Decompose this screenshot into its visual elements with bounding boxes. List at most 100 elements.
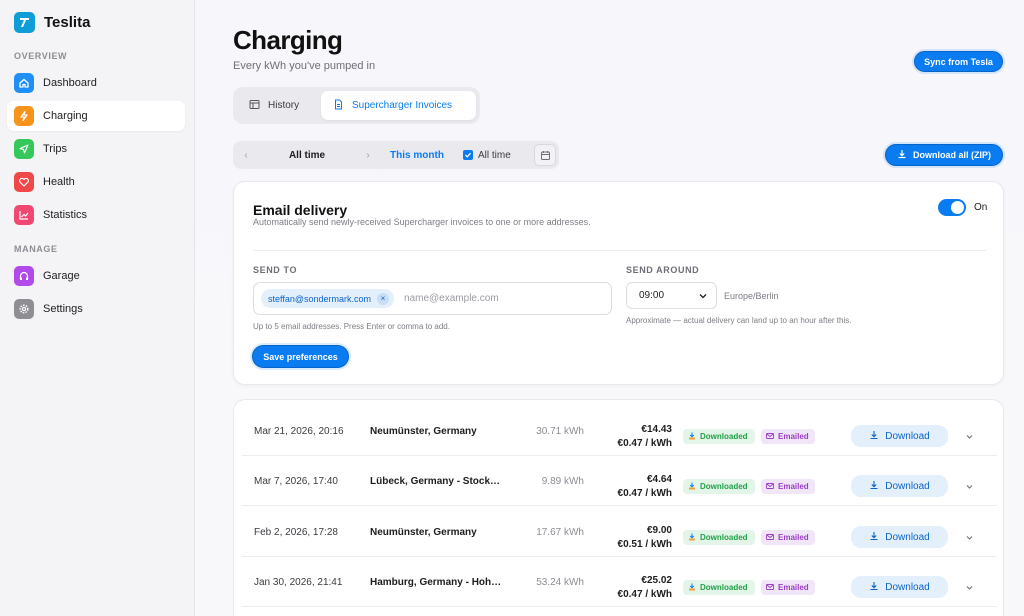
invoice-list: Mar 21, 2026, 20:16 Neumünster, Germany … <box>233 399 1004 616</box>
checkbox-checked-icon[interactable] <box>463 150 473 160</box>
sidebar: Teslita OVERVIEW Dashboard Charging Trip… <box>0 0 195 616</box>
teslita-logo-icon <box>14 12 35 33</box>
invoice-total: €25.02 <box>641 575 672 586</box>
send-time-select[interactable]: 09:00 <box>626 282 717 309</box>
invoice-location: Hamburg, Germany - Hohenfelde <box>370 576 505 588</box>
sidebar-item-label: Charging <box>43 110 88 122</box>
sidebar-item-label: Trips <box>43 143 68 155</box>
expand-row-button[interactable] <box>962 475 976 497</box>
all-time-checkbox[interactable]: All time <box>463 150 511 161</box>
next-period-button[interactable]: › <box>355 150 381 161</box>
download-invoice-button[interactable]: Download <box>851 576 948 598</box>
download-invoice-button[interactable]: Download <box>851 526 948 548</box>
toggle-state-label: On <box>974 202 988 213</box>
envelope-icon <box>766 533 774 543</box>
app-name: Teslita <box>44 14 91 31</box>
home-icon <box>14 73 34 93</box>
emailed-badge: Emailed <box>761 479 815 494</box>
invoice-price: €25.02 €0.47 / kWh <box>594 574 672 602</box>
download-tray-icon <box>688 583 696 593</box>
invoice-total: €9.00 <box>646 525 672 536</box>
sync-from-tesla-button[interactable]: Sync from Tesla <box>914 51 1003 72</box>
recipients-field[interactable]: steffan@sondermark.com × <box>253 282 612 315</box>
send-time-value: 09:00 <box>639 290 665 301</box>
page-title: Charging <box>233 25 343 55</box>
send-to-label: SEND TO <box>253 265 298 275</box>
envelope-icon <box>766 583 774 593</box>
invoice-total: €4.64 <box>646 474 672 485</box>
emailed-badge: Emailed <box>761 429 815 444</box>
download-tray-icon <box>688 533 696 543</box>
invoice-date: Mar 21, 2026, 20:16 <box>254 425 344 437</box>
this-month-button[interactable]: This month <box>381 150 453 161</box>
document-icon <box>333 99 344 113</box>
chevron-down-icon <box>699 293 707 298</box>
invoice-energy: 17.67 kWh <box>536 526 584 538</box>
download-tray-icon <box>688 432 696 442</box>
chart-icon <box>14 205 34 225</box>
invoice-energy: 30.71 kWh <box>536 425 584 437</box>
invoice-rate: €0.47 / kWh <box>617 438 672 449</box>
email-delivery-card: Email delivery Automatically send newly-… <box>233 181 1004 385</box>
table-row: Feb 2, 2026, 17:28 Neumünster, Germany 1… <box>242 507 997 557</box>
navigation-icon <box>14 139 34 159</box>
view-tabs: History Supercharger Invoices <box>233 87 480 124</box>
sidebar-item-health[interactable]: Health <box>7 167 185 197</box>
toggle-knob <box>951 201 964 214</box>
envelope-icon <box>766 432 774 442</box>
previous-period-button[interactable]: ‹ <box>233 150 259 161</box>
recipient-email: steffan@sondermark.com <box>268 293 372 304</box>
date-range-bar: ‹ All time › This month All time <box>233 141 559 169</box>
tab-label: History <box>268 100 300 111</box>
recipient-chip: steffan@sondermark.com × <box>261 289 395 308</box>
main-content: Charging Every kWh you've pumped in Sync… <box>195 0 1024 616</box>
tab-supercharger-invoices[interactable]: Supercharger Invoices <box>321 91 476 120</box>
divider <box>253 250 986 251</box>
invoice-location: Lübeck, Germany - Stockelsdorf <box>370 475 505 487</box>
invoice-price: €14.43 €0.47 / kWh <box>594 423 672 451</box>
invoice-date: Feb 2, 2026, 17:28 <box>254 526 338 538</box>
invoice-price: €4.64 €0.47 / kWh <box>594 473 672 501</box>
sidebar-item-label: Dashboard <box>43 77 97 89</box>
table-row: Jan 30, 2026, 21:41 Hamburg, Germany - H… <box>242 557 997 607</box>
sidebar-item-garage[interactable]: Garage <box>7 261 185 291</box>
downloaded-badge: Downloaded <box>683 530 755 545</box>
expand-row-button[interactable] <box>962 425 976 447</box>
download-invoice-button[interactable]: Download <box>851 425 948 447</box>
invoice-rate: €0.47 / kWh <box>617 488 672 499</box>
expand-row-button[interactable] <box>962 576 976 598</box>
sidebar-item-dashboard[interactable]: Dashboard <box>7 68 185 98</box>
invoice-total: €14.43 <box>641 424 672 435</box>
timezone-label: Europe/Berlin <box>724 291 779 301</box>
invoice-location: Neumünster, Germany <box>370 425 477 437</box>
email-input[interactable] <box>404 293 575 304</box>
sidebar-item-settings[interactable]: Settings <box>7 294 185 324</box>
downloaded-badge: Downloaded <box>683 580 755 595</box>
calendar-button[interactable] <box>534 144 556 166</box>
gear-icon <box>14 299 34 319</box>
expand-row-button[interactable] <box>962 526 976 548</box>
email-delivery-toggle[interactable] <box>938 199 966 216</box>
section-label-manage: MANAGE <box>14 244 58 254</box>
invoice-price: €9.00 €0.51 / kWh <box>594 524 672 552</box>
download-tray-icon <box>688 482 696 492</box>
brand[interactable]: Teslita <box>14 12 90 33</box>
chevron-down-icon <box>966 434 972 439</box>
all-time-checkbox-label: All time <box>478 149 511 161</box>
bolt-icon <box>14 106 34 126</box>
download-all-zip-button[interactable]: Download all (ZIP) <box>885 144 1003 166</box>
table-row: Mar 21, 2026, 20:16 Neumünster, Germany … <box>242 406 997 456</box>
table-icon <box>249 99 260 113</box>
download-invoice-button[interactable]: Download <box>851 475 948 497</box>
invoice-rate: €0.47 / kWh <box>617 589 672 600</box>
email-delivery-description: Automatically send newly-received Superc… <box>253 217 591 227</box>
current-period-label: All time <box>288 149 326 161</box>
remove-recipient-icon[interactable]: × <box>377 292 390 305</box>
sidebar-item-trips[interactable]: Trips <box>7 134 185 164</box>
downloaded-badge: Downloaded <box>683 429 755 444</box>
save-preferences-button[interactable]: Save preferences <box>252 345 349 368</box>
tab-history[interactable]: History <box>237 91 317 120</box>
sidebar-item-charging[interactable]: Charging <box>7 101 185 131</box>
download-all-label: Download all (ZIP) <box>913 150 991 160</box>
sidebar-item-statistics[interactable]: Statistics <box>7 200 185 230</box>
